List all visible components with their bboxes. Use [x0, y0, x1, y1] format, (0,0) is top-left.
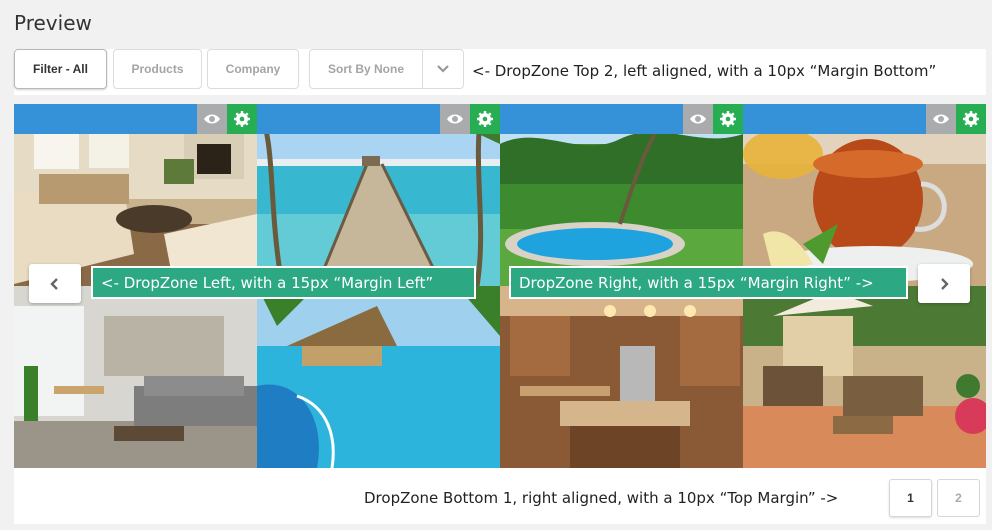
gear-icon[interactable] [956, 104, 986, 134]
gallery-tile[interactable] [743, 286, 986, 468]
patio-image [743, 286, 986, 468]
page-1-button[interactable]: 1 [889, 479, 932, 517]
filter-products-button[interactable]: Products [113, 49, 202, 89]
bottom-dropzone-note: DropZone Bottom 1, right aligned, with a… [364, 489, 839, 507]
gallery-tile[interactable] [500, 286, 743, 468]
eye-icon[interactable] [440, 104, 470, 134]
gallery-tile[interactable] [14, 286, 257, 468]
gallery-toolbar [14, 104, 986, 134]
eye-icon[interactable] [197, 104, 227, 134]
sort-label: Sort By None [310, 50, 423, 88]
kitchen-image [500, 286, 743, 468]
eye-icon[interactable] [683, 104, 713, 134]
dropzone-left: <- DropZone Left, with a 15px “Margin Le… [91, 266, 476, 299]
gear-icon[interactable] [227, 104, 257, 134]
next-button[interactable] [918, 264, 970, 303]
gear-icon[interactable] [713, 104, 743, 134]
dropzone-right: DropZone Right, with a 15px “Margin Righ… [509, 266, 908, 299]
eye-icon[interactable] [926, 104, 956, 134]
resort-pool-image [257, 286, 500, 468]
page-title: Preview [14, 11, 92, 35]
chevron-right-icon [941, 277, 949, 290]
top-dropzone-note: <- DropZone Top 2, left aligned, with a … [472, 62, 937, 80]
gear-icon[interactable] [470, 104, 500, 134]
modern-interior-image [14, 286, 257, 468]
sort-dropdown[interactable]: Sort By None [309, 49, 464, 89]
chevron-left-icon [50, 277, 58, 290]
chevron-down-icon[interactable] [423, 50, 463, 88]
previous-button[interactable] [29, 264, 81, 303]
page-2-button[interactable]: 2 [937, 479, 980, 517]
filter-company-button[interactable]: Company [207, 49, 299, 89]
gallery-tile[interactable] [257, 286, 500, 468]
filter-all-button[interactable]: Filter - All [14, 49, 107, 89]
